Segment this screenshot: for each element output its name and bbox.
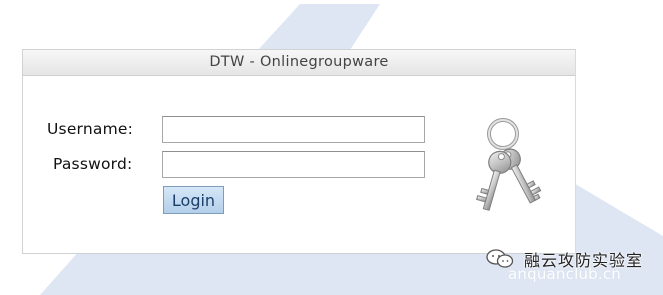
panel-title: DTW - Onlinegroupware	[23, 50, 575, 76]
watermark-url: anquanclub.cn	[508, 265, 621, 283]
password-field[interactable]	[162, 151, 425, 178]
keys-icon	[476, 118, 542, 211]
login-panel: DTW - Onlinegroupware Username: Password…	[22, 49, 576, 254]
username-label: Username:	[47, 120, 134, 138]
login-button[interactable]: Login	[163, 186, 224, 214]
password-label: Password:	[53, 155, 133, 173]
username-field[interactable]	[162, 116, 425, 143]
